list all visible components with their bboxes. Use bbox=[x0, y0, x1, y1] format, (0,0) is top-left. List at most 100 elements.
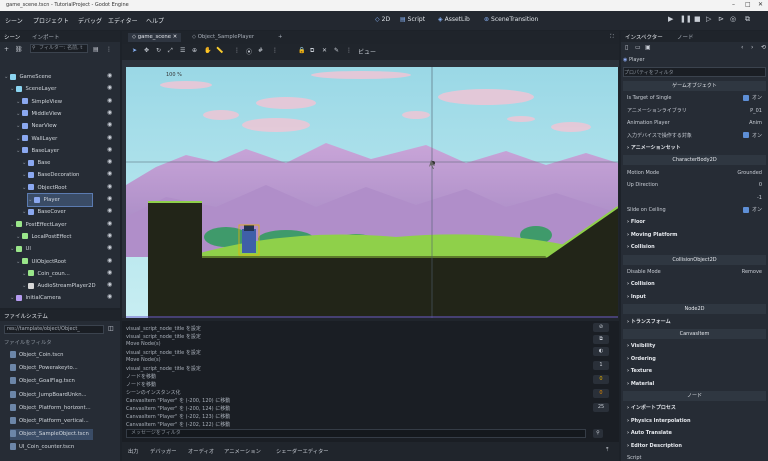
property-value[interactable]: オン bbox=[742, 93, 762, 103]
inspector-section[interactable]: › アニメーションセット bbox=[623, 143, 766, 153]
workspace-2d[interactable]: ◇ 2D bbox=[375, 16, 390, 23]
clear-icon[interactable]: ⊘ bbox=[593, 323, 609, 332]
inspector-node-path[interactable]: ◉ Player bbox=[623, 55, 766, 65]
inspector-property[interactable]: Script bbox=[623, 453, 766, 461]
visibility-eye-icon[interactable]: ◉ bbox=[107, 183, 112, 190]
chevron-down-icon[interactable]: ⌄ bbox=[10, 295, 14, 301]
visibility-eye-icon[interactable]: ◉ bbox=[107, 293, 112, 300]
tree-item[interactable]: ⌄ BaseCover bbox=[22, 206, 66, 218]
visibility-eye-icon[interactable]: ◉ bbox=[107, 84, 112, 91]
tree-item[interactable]: ⌄ UIObjectRoot bbox=[16, 256, 66, 268]
inspector-property[interactable]: Up Direction 0 bbox=[623, 180, 766, 190]
tab-inspector[interactable]: インスペクター bbox=[625, 33, 663, 41]
play-icon[interactable]: ▶ bbox=[668, 15, 673, 23]
file-item[interactable]: Object_Platform_horizont... bbox=[10, 403, 91, 414]
pivot-tool-icon[interactable]: ⊕ bbox=[192, 47, 197, 54]
property-value[interactable]: P_01 bbox=[750, 106, 762, 116]
more-icon[interactable]: ⋮ bbox=[272, 47, 278, 54]
menu-debug[interactable]: デバッグ bbox=[78, 16, 102, 25]
tab-object-sampleplayer[interactable]: ◇ Object_SamplePlayer bbox=[188, 33, 258, 42]
tree-item[interactable]: ⌄ ObjectRoot bbox=[22, 182, 67, 194]
inspector-category-header[interactable]: ノード bbox=[623, 391, 766, 401]
property-value[interactable]: Remove bbox=[742, 267, 762, 277]
search-icon[interactable]: ⚲ bbox=[593, 429, 603, 438]
inspector-section[interactable]: › Visibility bbox=[623, 341, 766, 351]
file-item[interactable]: Object_Powerakeyto... bbox=[10, 363, 78, 374]
inspector-section[interactable]: › Ordering bbox=[623, 354, 766, 364]
property-value[interactable]: オン bbox=[742, 131, 762, 141]
stop-icon[interactable]: ■ bbox=[694, 15, 701, 23]
inspector-section[interactable]: › Floor bbox=[623, 217, 766, 227]
split-view-icon[interactable]: ◫ bbox=[108, 325, 114, 332]
inspector-section[interactable]: › Material bbox=[623, 379, 766, 389]
chevron-down-icon[interactable]: ⌄ bbox=[28, 197, 32, 203]
warning-count-badge[interactable]: 0 bbox=[593, 389, 609, 398]
visibility-eye-icon[interactable]: ◉ bbox=[107, 207, 112, 214]
transform-icon[interactable]: ✎ bbox=[334, 47, 339, 54]
bone-icon[interactable]: ✕ bbox=[322, 47, 327, 54]
link-icon[interactable]: ⛓ bbox=[15, 46, 23, 53]
inspector-property[interactable]: -1 bbox=[623, 193, 766, 203]
add-scene-tab-icon[interactable]: + bbox=[274, 33, 286, 42]
tree-item[interactable]: ⌄ LocalPostEffect bbox=[16, 231, 72, 243]
inspector-section[interactable]: › Input bbox=[623, 292, 766, 302]
inspector-section[interactable]: › Collision bbox=[623, 242, 766, 252]
maximize-icon[interactable]: □ bbox=[745, 1, 751, 8]
tab-game-scene[interactable]: ◇ game_scene ✕ bbox=[128, 33, 182, 42]
tree-item[interactable]: ⌄ Base bbox=[22, 157, 50, 169]
inspector-category-header[interactable]: Node2D bbox=[623, 304, 766, 315]
chevron-down-icon[interactable]: ⌄ bbox=[16, 111, 20, 117]
visibility-eye-icon[interactable]: ◉ bbox=[107, 109, 112, 116]
ruler-tool-icon[interactable]: 📏 bbox=[216, 47, 223, 54]
visibility-eye-icon[interactable]: ◉ bbox=[107, 281, 112, 288]
list-tool-icon[interactable]: ☰ bbox=[180, 47, 185, 54]
tree-item[interactable]: ⌄ Coin_coun... bbox=[22, 268, 70, 280]
property-value[interactable]: Anim bbox=[749, 118, 762, 128]
scene-filter-input[interactable]: ⚲ フィルター: 名前, t bbox=[30, 44, 88, 53]
inspector-section[interactable]: › Physics Interpolation bbox=[623, 416, 766, 426]
rotate-tool-icon[interactable]: ↻ bbox=[156, 47, 161, 54]
fs-filter-input[interactable]: ファイルをフィルタ bbox=[4, 338, 52, 346]
message-filter-input[interactable]: メッセージをフィルタ bbox=[126, 429, 586, 438]
chevron-down-icon[interactable]: ⌄ bbox=[22, 160, 26, 166]
file-item[interactable]: Object_GoalFlag.tscn bbox=[10, 376, 75, 387]
visibility-eye-icon[interactable]: ◉ bbox=[107, 244, 112, 251]
chevron-down-icon[interactable]: ⌄ bbox=[10, 86, 14, 92]
visibility-eye-icon[interactable]: ◉ bbox=[107, 72, 112, 79]
visibility-eye-icon[interactable]: ◉ bbox=[107, 97, 112, 104]
tab-debugger[interactable]: デバッガー bbox=[150, 447, 177, 455]
save-icon[interactable]: ▣ bbox=[645, 44, 651, 51]
distraction-free-icon[interactable]: ⛶ bbox=[606, 33, 618, 42]
editor-count-badge[interactable]: 25 bbox=[593, 403, 609, 412]
tree-item[interactable]: ⌄ Player bbox=[27, 193, 93, 207]
inspector-section[interactable]: › インポートプロセス bbox=[623, 403, 766, 413]
inspector-property[interactable]: Motion Mode Grounded bbox=[623, 168, 766, 178]
inspector-section[interactable]: › Moving Platform bbox=[623, 230, 766, 240]
visibility-eye-icon[interactable]: ◉ bbox=[107, 195, 112, 202]
inspector-section[interactable]: › トランスフォーム bbox=[623, 317, 766, 327]
chevron-down-icon[interactable]: ⌄ bbox=[16, 123, 20, 129]
file-item[interactable]: Object_Coin.tscn bbox=[10, 350, 63, 361]
grid-snap-icon[interactable]: # bbox=[258, 47, 263, 54]
chevron-down-icon[interactable]: ⌄ bbox=[16, 259, 20, 265]
chevron-down-icon[interactable]: ⌄ bbox=[10, 246, 14, 252]
tree-item[interactable]: ⌄ BaseLayer bbox=[16, 145, 59, 157]
play-scene-icon[interactable]: ▷ bbox=[706, 15, 711, 23]
visibility-eye-icon[interactable]: ◉ bbox=[107, 220, 112, 227]
tree-item[interactable]: ⌄ WallLayer bbox=[16, 133, 57, 145]
tab-output[interactable]: 出力 bbox=[128, 447, 139, 455]
property-value[interactable]: -1 bbox=[757, 193, 762, 203]
property-value[interactable]: オン bbox=[742, 205, 762, 215]
history-back-icon[interactable]: ‹ bbox=[741, 44, 743, 51]
zoom-label[interactable]: 100 % bbox=[166, 72, 182, 78]
inspector-section[interactable]: › Auto Translate bbox=[623, 428, 766, 438]
chevron-down-icon[interactable]: ⌄ bbox=[22, 172, 26, 178]
visibility-eye-icon[interactable]: ◉ bbox=[107, 146, 112, 153]
msg-count-badge[interactable]: 1 bbox=[593, 361, 609, 370]
inspector-category-header[interactable]: CanvasItem bbox=[623, 329, 766, 339]
visibility-eye-icon[interactable]: ◉ bbox=[107, 269, 112, 276]
tab-node[interactable]: ノード bbox=[677, 33, 694, 41]
tree-item[interactable]: ⌄ NearView bbox=[16, 120, 57, 132]
canvas-viewport[interactable]: 100 % bbox=[126, 67, 618, 318]
property-value[interactable]: Grounded bbox=[737, 168, 762, 178]
